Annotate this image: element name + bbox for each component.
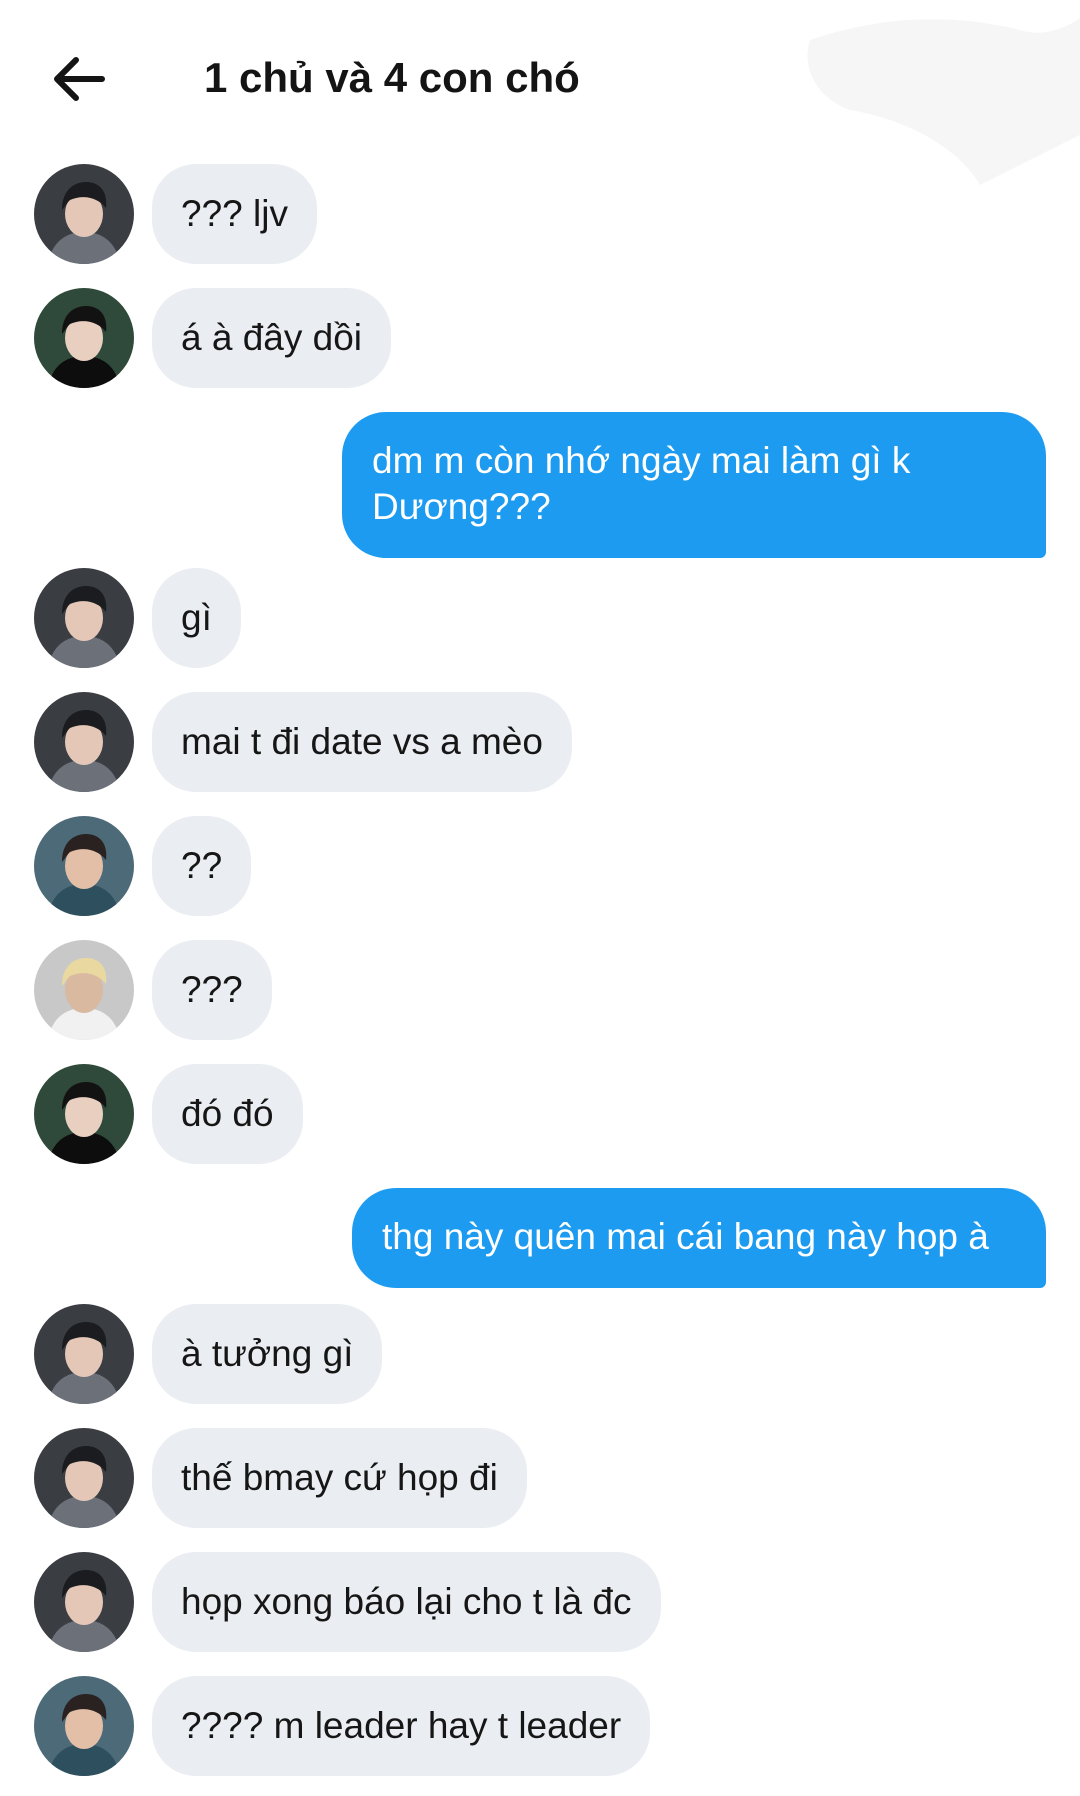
message-bubble[interactable]: gì [152, 568, 241, 668]
avatar-image [34, 288, 134, 388]
incoming-message: á à đây dồi [0, 288, 1080, 388]
incoming-message: đó đó [0, 1064, 1080, 1164]
message-bubble[interactable]: đó đó [152, 1064, 303, 1164]
watermark-graphic [807, 18, 1080, 185]
incoming-message: ?? [0, 816, 1080, 916]
avatar[interactable] [34, 1428, 134, 1528]
avatar[interactable] [34, 816, 134, 916]
avatar[interactable] [34, 940, 134, 1040]
back-button[interactable] [44, 44, 114, 114]
page-title: 1 chủ và 4 con chó [204, 54, 580, 101]
avatar[interactable] [34, 568, 134, 668]
incoming-message: ???? m leader hay t leader [0, 1676, 1080, 1776]
avatar-image [34, 1552, 134, 1652]
avatar[interactable] [34, 1304, 134, 1404]
avatar-image [34, 1304, 134, 1404]
avatar[interactable] [34, 164, 134, 264]
message-bubble[interactable]: á à đây dồi [152, 288, 392, 388]
avatar-image [34, 692, 134, 792]
message-bubble[interactable]: ???? m leader hay t leader [152, 1676, 651, 1776]
avatar-image [34, 568, 134, 668]
arrow-left-icon [54, 57, 105, 101]
message-bubble-outgoing[interactable]: dm m còn nhớ ngày mai làm gì k Dương??? [342, 412, 1046, 558]
avatar[interactable] [34, 1676, 134, 1776]
message-bubble[interactable]: à tưởng gì [152, 1304, 383, 1404]
avatar-image [34, 1064, 134, 1164]
message-bubble[interactable]: thế bmay cứ họp đi [152, 1428, 527, 1528]
incoming-message: họp xong báo lại cho t là đc [0, 1552, 1080, 1652]
chat-header: 1 chủ và 4 con chó [0, 0, 1080, 185]
avatar[interactable] [34, 1064, 134, 1164]
avatar-image [34, 940, 134, 1040]
message-bubble[interactable]: ??? [152, 940, 272, 1040]
avatar-image [34, 1676, 134, 1776]
outgoing-message: thg này quên mai cái bang này họp à [0, 1188, 1080, 1288]
outgoing-message: dm m còn nhớ ngày mai làm gì k Dương??? [0, 412, 1080, 558]
message-bubble[interactable]: ?? [152, 816, 252, 916]
incoming-message: thế bmay cứ họp đi [0, 1428, 1080, 1528]
avatar-image [34, 816, 134, 916]
message-bubble[interactable]: mai t đi date vs a mèo [152, 692, 572, 792]
message-bubble[interactable]: họp xong báo lại cho t là đc [152, 1552, 661, 1652]
avatar-image [34, 1428, 134, 1528]
avatar[interactable] [34, 1552, 134, 1652]
message-bubble[interactable]: ??? ljv [152, 164, 317, 264]
incoming-message: à tưởng gì [0, 1304, 1080, 1404]
avatar[interactable] [34, 692, 134, 792]
message-bubble-outgoing[interactable]: thg này quên mai cái bang này họp à [352, 1188, 1046, 1288]
incoming-message: ??? ljv [0, 164, 1080, 264]
incoming-message: ??? [0, 940, 1080, 1040]
avatar-image [34, 164, 134, 264]
avatar[interactable] [34, 288, 134, 388]
incoming-message: gì [0, 568, 1080, 668]
incoming-message: mai t đi date vs a mèo [0, 692, 1080, 792]
